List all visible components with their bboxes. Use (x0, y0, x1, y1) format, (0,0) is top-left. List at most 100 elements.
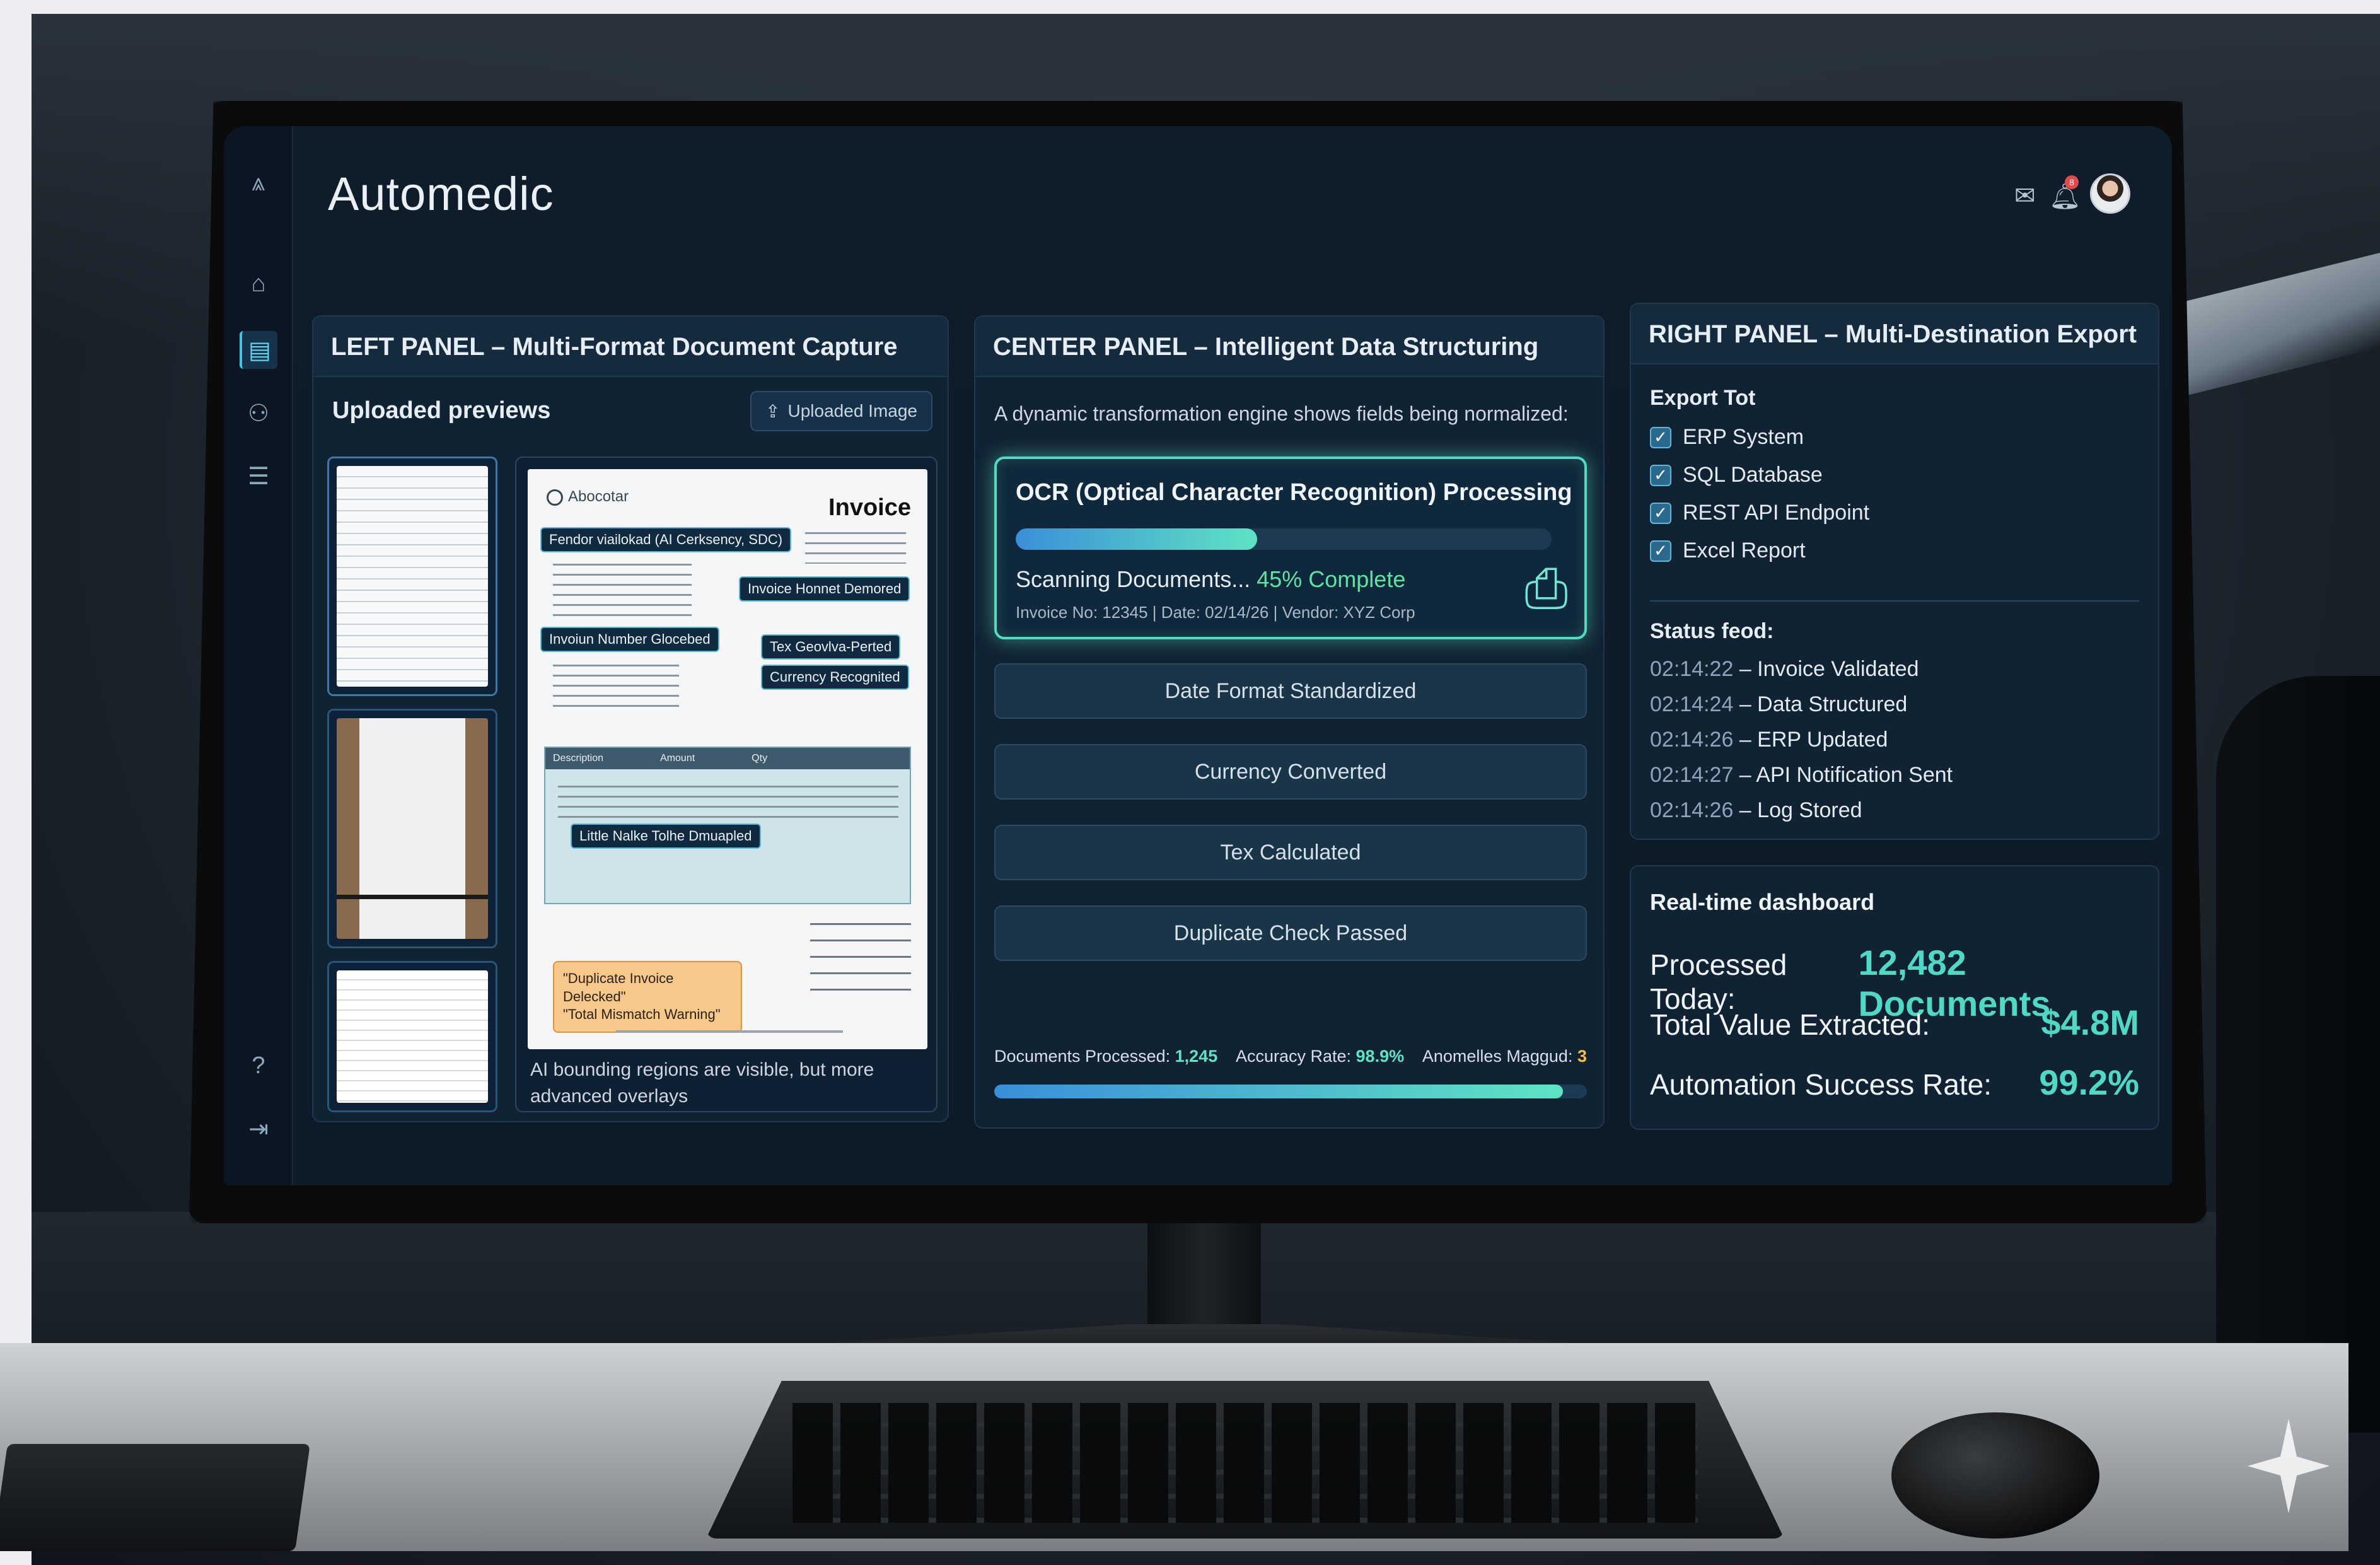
home-icon[interactable]: ⌂ (240, 265, 277, 303)
report-icon[interactable]: ☰ (240, 457, 277, 495)
sidebar: ⩓ ⌂ ▤ ⚇ ☰ ? ⇥ (224, 126, 293, 1185)
processing-stats: Documents Processed: 1,245 Accuracy Rate… (994, 1047, 1587, 1066)
ocr-percent: 45% Complete (1257, 566, 1406, 592)
logo-icon: ⩓ (252, 169, 265, 196)
invoice-totals (810, 923, 911, 992)
ai-region-tag[interactable]: Fendor viailokad (AI Cerksency, SDC) (540, 527, 792, 552)
scanner-icon: ⎙ (1524, 558, 1568, 619)
overall-progress-bar (994, 1085, 1587, 1098)
export-option-erp[interactable]: ✓ ERP System (1650, 425, 1804, 450)
center-panel-title: CENTER PANEL – Intelligent Data Structur… (975, 317, 1603, 377)
stat-label: Accuracy Rate: (1235, 1047, 1352, 1066)
checkbox-checked-icon[interactable]: ✓ (1650, 464, 1671, 486)
mail-icon[interactable]: ✉ (2014, 182, 2036, 211)
text-lines (558, 786, 898, 823)
feed-event: – Data Structured (1739, 692, 1908, 716)
line-items-header: Description Amount Qty (545, 748, 910, 769)
ai-region-tag[interactable]: Invoice Honnet Demored (739, 576, 910, 602)
status-feed-item: 02:14:22 – Invoice Validated (1650, 657, 1919, 682)
monitor-screen: ⩓ ⌂ ▤ ⚇ ☰ ? ⇥ Automedic ✉ 🔔︎ 8 LEFT PANE… (224, 126, 2172, 1185)
step-date-format[interactable]: Date Format Standardized (994, 663, 1587, 719)
feed-event: – API Notification Sent (1733, 763, 1953, 787)
document-caption: AI bounding regions are visible, but mor… (530, 1059, 874, 1107)
step-duplicate-check[interactable]: Duplicate Check Passed (994, 905, 1587, 961)
kpi-label: Automation Success Rate: (1650, 1068, 1992, 1101)
document-icon[interactable]: ▤ (240, 331, 277, 369)
avatar[interactable] (2090, 173, 2130, 214)
help-icon[interactable]: ? (240, 1047, 277, 1085)
overall-progress-fill (994, 1085, 1564, 1098)
invoice-document: Abocotar Invoice Fendor viailokad (AI Ce… (528, 469, 927, 1049)
document-viewer: Abocotar Invoice Fendor viailokad (AI Ce… (515, 457, 937, 1112)
ai-region-tag[interactable]: Tex Geovlva-Perted (761, 634, 901, 660)
preview-thumbnail-receipt[interactable] (327, 709, 497, 948)
warning-line: "Duplicate Invoice Delecked" (563, 970, 674, 1004)
dashboard-title: Real-time dashboard (1650, 889, 1875, 915)
thumbnail-image (337, 466, 488, 687)
text-lines (553, 564, 692, 620)
feed-time: 02:14:27 (1650, 763, 1734, 787)
export-option-sql[interactable]: ✓ SQL Database (1650, 463, 1823, 487)
left-panel-title: LEFT PANEL – Multi-Format Document Captu… (313, 317, 948, 377)
ocr-meta: Invoice No: 12345 | Date: 02/14/26 | Ven… (1016, 603, 1415, 622)
export-option-label: Excel Report (1683, 538, 1806, 562)
checkbox-checked-icon[interactable]: ✓ (1650, 426, 1671, 448)
invoice-brand-name: Abocotar (568, 488, 629, 505)
column-header: Qty (752, 753, 768, 764)
status-feed-item: 02:14:26 – ERP Updated (1650, 728, 1888, 752)
checkbox-checked-icon[interactable]: ✓ (1650, 502, 1671, 524)
uploaded-previews-label: Uploaded previews (332, 397, 551, 424)
stat-anomalies: Anomelles Maggud: 3 (1422, 1047, 1587, 1066)
computer-mouse (1891, 1412, 2099, 1539)
document-footer (616, 1030, 843, 1033)
export-option-label: ERP System (1683, 425, 1804, 449)
invoice-brand: Abocotar (547, 488, 629, 506)
office-chair (2216, 676, 2380, 1433)
keyboard (706, 1381, 1784, 1539)
status-feed-item: 02:14:27 – API Notification Sent (1650, 763, 1953, 788)
status-feed-label: Status feod: (1650, 619, 1774, 643)
text-lines (553, 665, 679, 709)
ocr-progress-bar (1016, 528, 1552, 550)
feed-time: 02:14:22 (1650, 657, 1734, 681)
ai-region-tag[interactable]: Invoiun Number Glocebed (540, 627, 719, 652)
step-currency[interactable]: Currency Converted (994, 744, 1587, 800)
right-panel: RIGHT PANEL – Multi-Destination Export E… (1630, 303, 2159, 840)
upload-image-button[interactable]: ⇪ Uploaded Image (750, 391, 932, 431)
kpi-value: $4.8M (2041, 1003, 2139, 1042)
export-option-rest[interactable]: ✓ REST API Endpoint (1650, 501, 1869, 525)
step-tax[interactable]: Tex Calculated (994, 825, 1587, 880)
feed-time: 02:14:26 (1650, 798, 1734, 822)
stat-label: Anomelles Maggud: (1422, 1047, 1573, 1066)
warning-line: "Total Mismatch Warning" (563, 1006, 721, 1023)
text-lines (805, 532, 906, 564)
ai-region-tag[interactable]: Little Nalke Tolhe Dmuapled (571, 823, 761, 849)
export-option-label: REST API Endpoint (1683, 501, 1870, 525)
right-panel-title: RIGHT PANEL – Multi-Destination Export (1631, 304, 2158, 364)
export-option-excel[interactable]: ✓ Excel Report (1650, 538, 1806, 563)
kpi-total-value: Total Value Extracted: $4.8M (1650, 1002, 2139, 1043)
preview-thumbnail-invoice[interactable] (327, 457, 497, 696)
keyboard-keys (792, 1403, 1698, 1523)
duplicate-warning-box[interactable]: "Duplicate Invoice Delecked" "Total Mism… (553, 961, 742, 1033)
checkbox-checked-icon[interactable]: ✓ (1650, 540, 1671, 562)
preview-thumbnail-document[interactable] (327, 961, 497, 1112)
notebook (0, 1444, 310, 1551)
feed-event: – ERP Updated (1739, 728, 1888, 752)
brand-logo-icon (547, 489, 563, 506)
notification-badge: 8 (2065, 175, 2079, 189)
kpi-success-rate: Automation Success Rate: 99.2% (1650, 1062, 2139, 1103)
users-icon[interactable]: ⚇ (240, 394, 277, 432)
logout-icon[interactable]: ⇥ (240, 1110, 277, 1148)
ocr-progress-fill (1016, 528, 1257, 550)
invoice-title: Invoice (828, 494, 911, 521)
status-feed-item: 02:14:24 – Data Structured (1650, 692, 1907, 717)
ai-region-tag[interactable]: Currency Recognited (761, 665, 909, 690)
ocr-title: OCR (Optical Character Recognition) Proc… (1016, 479, 1572, 506)
ocr-status-text: Scanning Documents... (1016, 566, 1251, 592)
column-header: Description (553, 753, 604, 764)
stat-value: 1,245 (1175, 1047, 1218, 1066)
thumbnail-image (337, 970, 488, 1103)
column-header: Amount (660, 753, 695, 764)
kpi-label: Total Value Extracted: (1650, 1008, 1930, 1041)
